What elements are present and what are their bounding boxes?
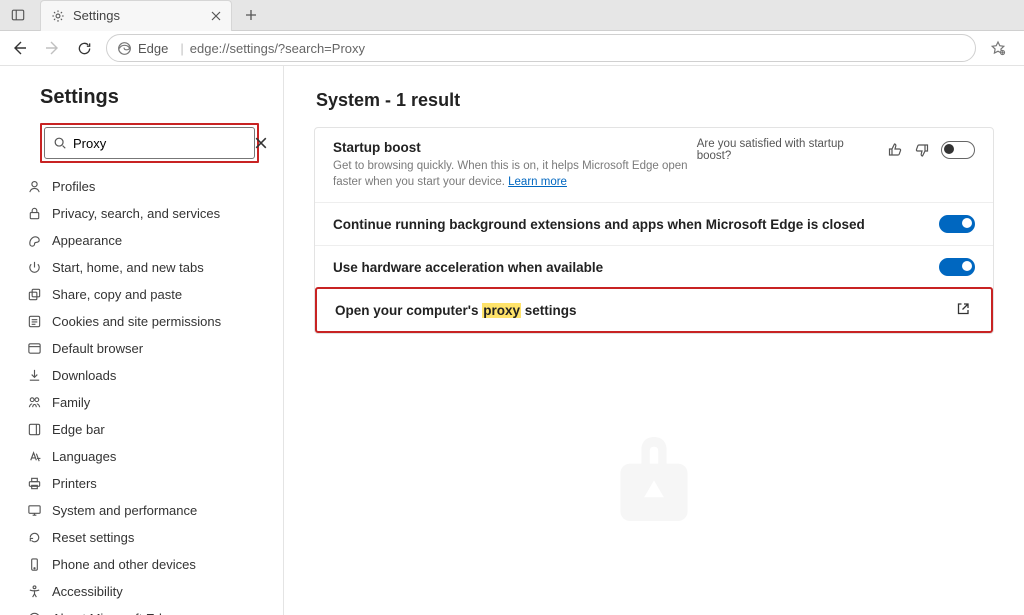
external-link-icon	[955, 301, 973, 319]
sidebar-item-printers[interactable]: Printers	[0, 470, 283, 497]
results-heading: System - 1 result	[316, 90, 994, 111]
sidebar-item-profiles[interactable]: Profiles	[0, 173, 283, 200]
sidebar-item-privacy[interactable]: Privacy, search, and services	[0, 200, 283, 227]
nav-toolbar: Edge | edge://settings/?search=Proxy	[0, 31, 1024, 66]
lock-icon	[22, 206, 46, 221]
tab-actions-button[interactable]	[0, 0, 36, 30]
startup-boost-toggle[interactable]	[941, 141, 975, 159]
open-proxy-settings-title: Open your computer's proxy settings	[335, 303, 577, 318]
sidebar-item-accessibility[interactable]: Accessibility	[0, 578, 283, 605]
cookies-icon	[22, 314, 46, 329]
family-icon	[22, 395, 46, 410]
edge-bar-icon	[22, 422, 46, 437]
startup-boost-title: Startup boost	[333, 140, 697, 155]
reset-icon	[22, 530, 46, 545]
sidebar-item-system[interactable]: System and performance	[0, 497, 283, 524]
hardware-accel-title: Use hardware acceleration when available	[333, 260, 603, 275]
settings-search-highlight	[40, 123, 259, 163]
close-tab-button[interactable]	[211, 11, 221, 21]
startup-learn-more-link[interactable]: Learn more	[508, 176, 567, 188]
sidebar-item-cookies[interactable]: Cookies and site permissions	[0, 308, 283, 335]
phone-icon	[22, 557, 46, 572]
browser-tab[interactable]: Settings	[40, 0, 232, 31]
system-icon	[22, 503, 46, 518]
sidebar-item-appearance[interactable]: Appearance	[0, 227, 283, 254]
new-tab-button[interactable]	[236, 0, 266, 30]
sidebar-item-downloads[interactable]: Downloads	[0, 362, 283, 389]
address-origin-label: Edge	[138, 41, 168, 56]
background-apps-title: Continue running background extensions a…	[333, 217, 865, 232]
address-separator: |	[180, 41, 183, 56]
sidebar-item-family[interactable]: Family	[0, 389, 283, 416]
sidebar-item-phone[interactable]: Phone and other devices	[0, 551, 283, 578]
sidebar-nav-list: Profiles Privacy, search, and services A…	[0, 173, 283, 615]
titlebar: Settings	[0, 0, 1024, 31]
forward-button[interactable]	[36, 32, 68, 64]
startup-satisfy-label: Are you satisfied with startup boost?	[697, 138, 873, 162]
profile-icon	[22, 179, 46, 194]
gear-icon	[51, 9, 65, 23]
sidebar-item-about[interactable]: About Microsoft Edge	[0, 605, 283, 615]
background-apps-toggle[interactable]	[939, 215, 975, 233]
tab-title: Settings	[73, 8, 203, 23]
address-url: edge://settings/?search=Proxy	[190, 41, 365, 56]
edge-about-icon	[22, 611, 46, 615]
edge-logo-icon	[117, 41, 132, 56]
languages-icon	[22, 449, 46, 464]
search-icon	[53, 136, 67, 150]
download-icon	[22, 368, 46, 383]
settings-sidebar: Settings Profiles Privacy, search, and s…	[0, 66, 284, 615]
system-card: Startup boost Get to browsing quickly. W…	[314, 127, 994, 334]
sidebar-item-start[interactable]: Start, home, and new tabs	[0, 254, 283, 281]
printer-icon	[22, 476, 46, 491]
startup-boost-desc: Get to browsing quickly. When this is on…	[333, 159, 697, 190]
browser-icon	[22, 341, 46, 356]
sidebar-item-reset[interactable]: Reset settings	[0, 524, 283, 551]
sidebar-item-edge-bar[interactable]: Edge bar	[0, 416, 283, 443]
settings-search-input[interactable]	[67, 136, 255, 151]
row-background-apps: Continue running background extensions a…	[315, 202, 993, 245]
row-startup-boost: Startup boost Get to browsing quickly. W…	[315, 128, 993, 202]
background-watermark	[584, 416, 724, 556]
accessibility-icon	[22, 584, 46, 599]
refresh-button[interactable]	[68, 32, 100, 64]
thumbs-up-button[interactable]	[886, 141, 903, 159]
settings-main: System - 1 result Startup boost Get to b…	[284, 66, 1024, 615]
hardware-accel-toggle[interactable]	[939, 258, 975, 276]
address-bar[interactable]: Edge | edge://settings/?search=Proxy	[106, 34, 976, 62]
sidebar-title: Settings	[40, 86, 283, 109]
thumbs-down-button[interactable]	[914, 141, 931, 159]
row-hardware-accel: Use hardware acceleration when available	[315, 245, 993, 288]
share-icon	[22, 287, 46, 302]
appearance-icon	[22, 233, 46, 248]
sidebar-item-share[interactable]: Share, copy and paste	[0, 281, 283, 308]
power-icon	[22, 260, 46, 275]
back-button[interactable]	[4, 32, 36, 64]
sidebar-item-default-browser[interactable]: Default browser	[0, 335, 283, 362]
row-open-proxy-settings[interactable]: Open your computer's proxy settings	[315, 287, 993, 333]
clear-search-button[interactable]	[255, 137, 267, 149]
favorites-button[interactable]	[982, 32, 1014, 64]
sidebar-item-languages[interactable]: Languages	[0, 443, 283, 470]
